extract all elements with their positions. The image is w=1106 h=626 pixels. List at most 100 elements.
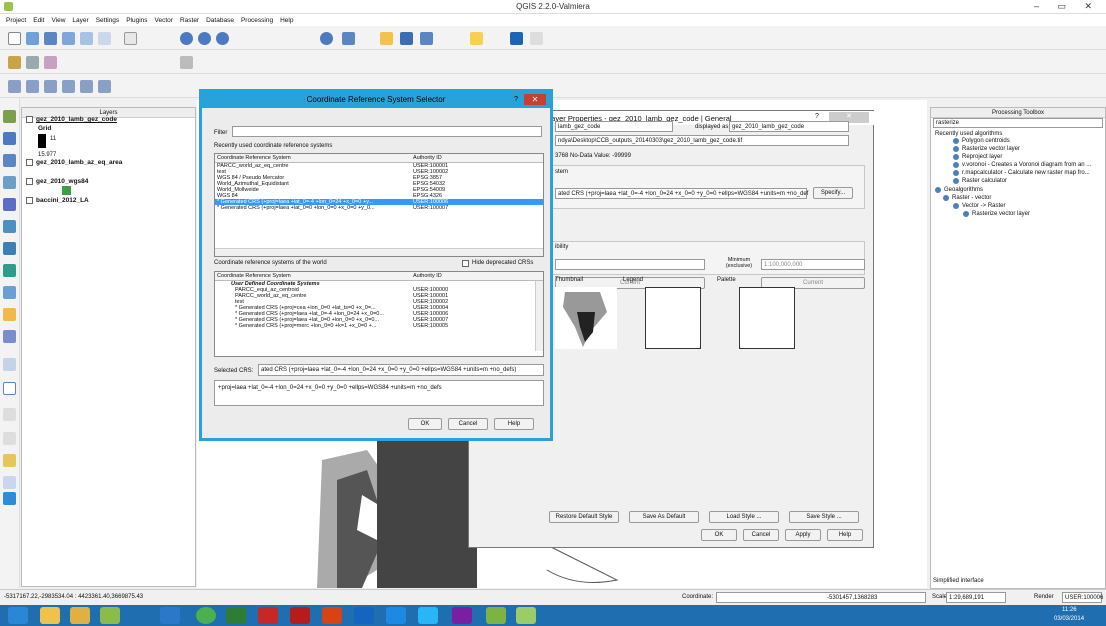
edit-pencil-icon[interactable]: [8, 56, 21, 69]
menu-edit[interactable]: Edit: [33, 17, 44, 24]
measure-icon[interactable]: [400, 32, 413, 45]
menu-project[interactable]: Project: [6, 17, 26, 24]
add-oracle-layer-icon[interactable]: [3, 220, 16, 233]
help-question-icon[interactable]: ?: [815, 113, 819, 120]
zoom-full-icon[interactable]: [216, 32, 229, 45]
crs-help-button[interactable]: Help: [494, 418, 534, 430]
add-mssql-layer-icon[interactable]: [3, 198, 16, 211]
table-row[interactable]: * Generated CRS (+proj=merc +lon_0=0 +k=…: [215, 323, 543, 329]
save-edits-icon[interactable]: [26, 56, 39, 69]
zoom-out-icon[interactable]: [198, 32, 211, 45]
menu-view[interactable]: View: [51, 17, 65, 24]
displayed-as-field[interactable]: gez_2010_lamb_gez_code: [732, 124, 804, 130]
layer-item-az-eq-area[interactable]: gez_2010_lamb_az_eq_area: [26, 159, 122, 166]
crs-cancel-button[interactable]: Cancel: [448, 418, 488, 430]
window-controls[interactable]: – ▭ ✕: [1034, 1, 1100, 12]
hide-deprecated-checkbox[interactable]: [462, 260, 469, 267]
layer-apply-button[interactable]: Apply: [785, 529, 821, 541]
scale-field[interactable]: 1:29,689,191: [949, 595, 984, 601]
add-spatialite-layer-icon[interactable]: [3, 176, 16, 189]
bookmark-icon[interactable]: [510, 32, 523, 45]
explorer-icon[interactable]: [40, 607, 60, 624]
open-project-icon[interactable]: [26, 32, 39, 45]
toolbox-item[interactable]: Vector -> Raster: [953, 203, 1006, 209]
add-polygon-icon[interactable]: [3, 454, 16, 467]
pdf-icon[interactable]: [258, 607, 278, 624]
save-style-button[interactable]: Save Style ...: [789, 511, 859, 523]
chrome-icon[interactable]: [196, 607, 216, 624]
layer-item-baccini[interactable]: baccini_2012_LA: [26, 197, 89, 204]
new-spatialite-icon[interactable]: [3, 358, 16, 371]
help-icon[interactable]: [530, 32, 543, 45]
add-feature-icon[interactable]: [44, 56, 57, 69]
calendar-icon[interactable]: [386, 607, 406, 624]
zoom-in-icon[interactable]: [180, 32, 193, 45]
virtual-layer-icon[interactable]: [3, 476, 16, 489]
excel-icon[interactable]: [226, 607, 246, 624]
layer-item-gez-code[interactable]: gez_2010_lamb_gez_code: [26, 116, 117, 123]
col-authority-header[interactable]: Authority ID: [411, 272, 442, 280]
add-postgis-icon[interactable]: [44, 80, 57, 93]
add-spatialite-icon[interactable]: [62, 80, 75, 93]
refresh-icon[interactable]: [320, 32, 333, 45]
identify-icon[interactable]: [342, 32, 355, 45]
filter-input[interactable]: [232, 126, 542, 137]
menu-plugins[interactable]: Plugins: [126, 17, 147, 24]
layer-name-field[interactable]: lamb_gez_code: [558, 124, 600, 130]
folder-icon[interactable]: [70, 607, 90, 624]
layer-checkbox[interactable]: [26, 116, 33, 123]
add-vector-layer-icon[interactable]: [3, 110, 16, 123]
label-icon[interactable]: [180, 56, 193, 69]
simplified-interface-combo[interactable]: Simplified interface: [933, 578, 984, 584]
add-line-icon[interactable]: [3, 432, 16, 445]
crs-help-question-icon[interactable]: ?: [514, 92, 518, 108]
menu-processing[interactable]: Processing: [241, 17, 273, 24]
layer-crs-field[interactable]: ated CRS (+proj=laea +lat_0=-4 +lon_0=24…: [558, 191, 808, 197]
crs-status-button[interactable]: USER:100006: [1065, 595, 1103, 601]
menu-vector[interactable]: Vector: [155, 17, 173, 24]
print-composer-icon[interactable]: [80, 32, 93, 45]
toolbox-item[interactable]: Raster calculator: [953, 178, 1007, 184]
vertical-scrollbar[interactable]: [535, 281, 543, 351]
add-raster-icon[interactable]: [8, 80, 21, 93]
menu-layer[interactable]: Layer: [72, 17, 88, 24]
skype-icon[interactable]: [418, 607, 438, 624]
crs-dialog-close-button[interactable]: ✕: [524, 94, 546, 105]
b-app-icon[interactable]: [452, 607, 472, 624]
select-icon[interactable]: [380, 32, 393, 45]
col-crs-header[interactable]: Coordinate Reference System: [215, 154, 411, 162]
toolbox-item[interactable]: Recently used algorithms: [935, 131, 1002, 137]
save-as-default-button[interactable]: Save As Default: [629, 511, 699, 523]
menu-database[interactable]: Database: [206, 17, 234, 24]
qgis-taskbar-icon[interactable]: [100, 607, 120, 624]
pan-icon[interactable]: [124, 32, 137, 45]
add-wms-icon[interactable]: [80, 80, 93, 93]
col-crs-header[interactable]: Coordinate Reference System: [215, 272, 411, 280]
qgis-active-icon[interactable]: [516, 607, 536, 624]
add-raster-layer-icon[interactable]: [3, 132, 16, 145]
col-authority-header[interactable]: Authority ID: [411, 154, 442, 162]
toolbox-item[interactable]: Polygon centroids: [953, 138, 1010, 144]
new-temp-layer-icon[interactable]: [3, 382, 16, 395]
menu-raster[interactable]: Raster: [180, 17, 199, 24]
horizontal-scrollbar[interactable]: [215, 248, 543, 256]
render-checkbox-label[interactable]: Render: [1034, 594, 1054, 600]
add-wcs-icon[interactable]: [98, 80, 111, 93]
layer-item-wgs84[interactable]: gez_2010_wgs84: [26, 178, 88, 185]
coordinate-field[interactable]: -5301457,1368283: [827, 595, 877, 601]
globe-icon[interactable]: [3, 492, 16, 505]
minimum-scale-field[interactable]: 1:100,000,000: [764, 262, 802, 268]
map-tips-icon[interactable]: [470, 32, 483, 45]
add-wcs-layer-icon[interactable]: [3, 264, 16, 277]
menu-settings[interactable]: Settings: [96, 17, 120, 24]
restore-default-style-button[interactable]: Restore Default Style: [549, 511, 619, 523]
layer-checkbox[interactable]: [26, 197, 33, 204]
new-project-icon[interactable]: [8, 32, 21, 45]
toolbox-item[interactable]: r.mapcalculator - Calculate new raster m…: [953, 170, 1090, 176]
access-icon[interactable]: [290, 607, 310, 624]
layer-ok-button[interactable]: OK: [701, 529, 737, 541]
toolbox-item[interactable]: Raster - vector: [943, 195, 991, 201]
outlook-icon[interactable]: [160, 607, 180, 624]
layer-cancel-button[interactable]: Cancel: [743, 529, 779, 541]
add-wms-layer-icon[interactable]: [3, 242, 16, 255]
